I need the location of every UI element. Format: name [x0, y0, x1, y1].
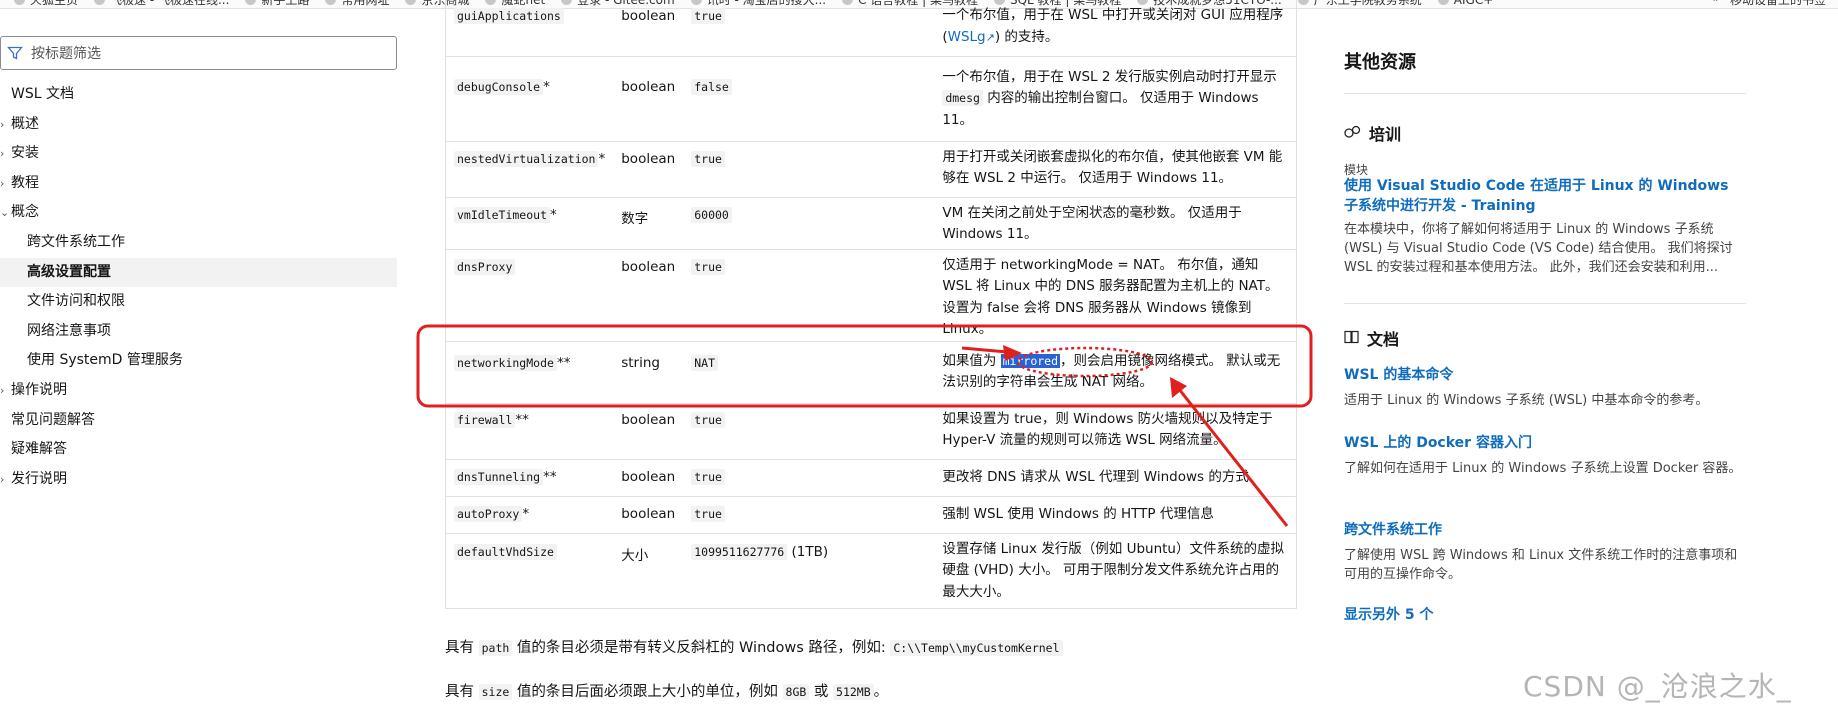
table-row: defaultVhdSize 大小 1099511627776 (1TB) 设置…: [445, 533, 1298, 609]
sidebar-nav: WSL 文档 › 概述 › 安装 › 教程 ⌄ 概念 跨文件系统工作 高级设置配置 文件…: [0, 80, 400, 494]
bookmark-item[interactable]: AIGC+: [1437, 0, 1493, 7]
sidebar-item-networking[interactable]: 网络注意事项: [0, 317, 400, 347]
sidebar-item-systemd[interactable]: 使用 SystemD 管理服务: [0, 346, 400, 376]
favicon-icon: [1297, 0, 1309, 5]
sidebar-item-concepts[interactable]: ⌄ 概念: [0, 198, 400, 228]
docs-heading: 文档: [1344, 326, 1399, 350]
more-bookmarks-button[interactable]: »: [1713, 0, 1720, 8]
setting-default: true: [691, 8, 725, 24]
table-row: guiApplications boolean true 一个布尔值，用于在 W…: [445, 0, 1298, 57]
sidebar-item-troubleshooting[interactable]: 疑难解答: [0, 435, 400, 465]
setting-type: boolean: [613, 0, 684, 57]
training-link[interactable]: 使用 Visual Studio Code 在适用于 Linux 的 Windo…: [1344, 176, 1746, 216]
sidebar-item-release-notes[interactable]: › 发行说明: [0, 465, 400, 495]
setting-key: debugConsole: [454, 78, 544, 95]
show-more-link[interactable]: 显示另外 5 个: [1344, 605, 1746, 625]
training-description: 在本模块中，你将了解如何将适用于 Linux 的 Windows 子系统 (WS…: [1344, 222, 1733, 275]
watermark: CSDN @_沧浪之水_: [1523, 670, 1792, 703]
sidebar-item-overview[interactable]: › 概述: [0, 110, 400, 140]
filter-placeholder: 按标题筛选: [31, 46, 101, 62]
main-content: guiApplications boolean true 一个布尔值，用于在 W…: [445, 0, 1298, 609]
favicon-icon: [1437, 0, 1449, 5]
doc-desc: 了解如何在适用于 Linux 的 Windows 子系统上设置 Docker 容…: [1344, 461, 1742, 476]
sidebar: 按标题筛选 WSL 文档 › 概述 › 安装 › 教程 ⌄ 概念 跨文件系统工作 高级设…: [0, 36, 400, 494]
filter-input[interactable]: 按标题筛选: [0, 36, 397, 70]
aside-heading: 其他资源: [1344, 52, 1416, 73]
chevron-right-icon: ›: [0, 176, 5, 190]
external-link-icon: ↗: [985, 30, 995, 44]
table-row: dnsProxy boolean true 仅适用于 networkingMod…: [445, 249, 1298, 342]
table-row: networkingMode ** string NAT 如果值为 mirrore…: [445, 341, 1298, 404]
table-row: autoProxy * boolean true 强制 WSL 使用 Window…: [445, 496, 1298, 534]
sidebar-item-install[interactable]: › 安装: [0, 139, 400, 169]
bookmark-item[interactable]: 新手上路: [245, 0, 309, 8]
doc-link-basic-commands[interactable]: WSL 的基本命令: [1344, 365, 1746, 385]
filter-icon: [7, 45, 23, 61]
sidebar-item-advanced-config[interactable]: 高级设置配置: [0, 257, 397, 288]
setting-description: 一个布尔值，用于在 WSL 中打开或关闭对 GUI 应用程序: [942, 7, 1284, 23]
mirrored-highlight: mirrored: [1000, 353, 1061, 368]
table-row: nestedVirtualization * boolean true 用于打开或…: [445, 141, 1298, 198]
wslg-link[interactable]: WSLg: [948, 29, 986, 45]
chevron-right-icon: ›: [0, 117, 5, 131]
favicon-icon: [14, 0, 25, 5]
sidebar-item-file-systems[interactable]: 跨文件系统工作: [0, 228, 400, 258]
chevron-right-icon: ›: [0, 147, 5, 161]
sidebar-item-faq[interactable]: 常见问题解答: [0, 406, 400, 436]
divider: [1344, 303, 1746, 304]
chevron-down-icon: ⌄: [0, 206, 10, 220]
divider: [1344, 93, 1746, 94]
size-note: 具有 size 值的条目后面必须跟上大小的单位，例如 8GB 或 512MB。: [445, 684, 889, 700]
favicon-icon: [325, 0, 337, 5]
sidebar-item-file-permissions[interactable]: 文件访问和权限: [0, 287, 400, 317]
bookmark-item[interactable]: 广东工学院教务系统: [1297, 0, 1422, 8]
book-icon: [1344, 329, 1359, 348]
setting-key: guiApplications: [454, 8, 564, 24]
chevron-right-icon: ›: [0, 383, 5, 397]
doc-desc: 适用于 Linux 的 Windows 子系统 (WSL) 中基本命令的参考。: [1344, 393, 1709, 408]
favicon-icon: [405, 0, 417, 5]
favicon-icon: [94, 0, 106, 5]
settings-table: guiApplications boolean true 一个布尔值，用于在 W…: [445, 0, 1298, 609]
table-row: debugConsole * boolean false 一个布尔值，用于在 WS…: [445, 56, 1298, 142]
sidebar-item-tutorials[interactable]: › 教程: [0, 169, 400, 199]
sidebar-item-how-to[interactable]: › 操作说明: [0, 376, 400, 406]
table-row: firewall ** boolean true 如果设置为 true，则 Win…: [445, 403, 1298, 460]
bookmark-item[interactable]: 火狐主页: [14, 0, 78, 8]
chevron-right-icon: ›: [0, 472, 5, 486]
favicon-icon: [245, 0, 257, 5]
path-note: 具有 path 值的条目必须是带有转义反斜杠的 Windows 路径，例如: C…: [445, 636, 1063, 657]
table-row: dnsTunneling ** boolean true 更改将 DNS 请求从 …: [445, 459, 1298, 497]
mobile-bookmarks[interactable]: 移动设备上的书签: [1730, 0, 1826, 8]
training-icon: [1344, 124, 1361, 143]
training-heading: 培训: [1344, 121, 1401, 145]
doc-desc: 了解使用 WSL 跨 Windows 和 Linux 文件系统工作时的注意事项和…: [1344, 548, 1738, 582]
sidebar-item-wsl-docs[interactable]: WSL 文档: [0, 80, 400, 110]
doc-link-file-systems[interactable]: 跨文件系统工作: [1344, 520, 1746, 540]
doc-link-docker[interactable]: WSL 上的 Docker 容器入门: [1344, 433, 1746, 453]
table-row: vmIdleTimeout * 数字 60000 VM 在关闭之前处于空闲状态的毫…: [445, 197, 1298, 250]
bookmark-item[interactable]: 常用网址: [325, 0, 389, 8]
bookmark-item[interactable]: 飞极速 - 飞极速在线...: [94, 0, 229, 8]
